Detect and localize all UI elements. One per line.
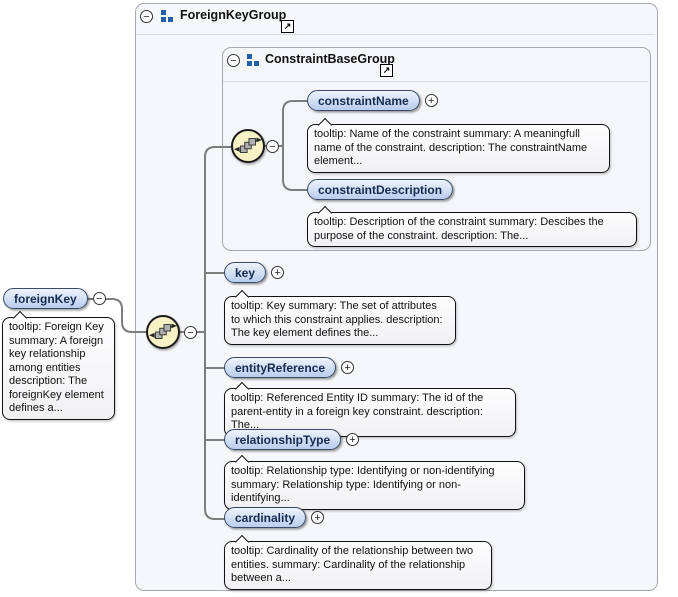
group-title-constraintbasegroup: ConstraintBaseGroup xyxy=(265,52,395,66)
element-constraintdescription[interactable]: constraintDescription xyxy=(307,179,453,200)
go-to-definition-icon[interactable]: ↗ xyxy=(380,64,393,77)
collapse-toggle-constraintbasegroup[interactable]: − xyxy=(227,54,240,67)
tooltip-text: tooltip: Referenced Entity ID summary: T… xyxy=(231,392,483,431)
element-key[interactable]: key xyxy=(224,262,266,283)
go-to-definition-icon[interactable]: ↗ xyxy=(281,20,294,33)
element-cardinality[interactable]: cardinality xyxy=(224,507,306,528)
xsd-schema-diagram: − ForeignKeyGroup ↗ − ConstraintBaseGrou… xyxy=(0,0,678,597)
tooltip-text: tooltip: Cardinality of the relationship… xyxy=(231,545,473,584)
tooltip-key: tooltip: Key summary: The set of attribu… xyxy=(224,296,456,345)
tooltip-text: tooltip: Foreign Key summary: A foreign … xyxy=(9,321,104,414)
tooltip-text: tooltip: Key summary: The set of attribu… xyxy=(231,300,443,339)
collapse-toggle-foreignkeygroup[interactable]: − xyxy=(140,10,153,23)
tooltip-foreignkey: tooltip: Foreign Key summary: A foreign … xyxy=(2,317,115,420)
expand-toggle-constraintname[interactable]: + xyxy=(425,94,438,107)
expand-toggle-key[interactable]: + xyxy=(271,266,284,279)
collapse-toggle-sequence[interactable]: − xyxy=(184,326,197,339)
tooltip-constraintname: tooltip: Name of the constraint summary:… xyxy=(307,124,610,173)
tooltip-text: tooltip: Name of the constraint summary:… xyxy=(314,128,587,167)
tooltip-text: tooltip: Relationship type: Identifying … xyxy=(231,465,495,504)
element-constraintname[interactable]: constraintName xyxy=(307,90,420,111)
tooltip-cardinality: tooltip: Cardinality of the relationship… xyxy=(224,541,492,590)
sequence-compositor-icon xyxy=(146,315,180,349)
collapse-toggle-sequence[interactable]: − xyxy=(266,140,279,153)
element-relationshiptype[interactable]: relationshipType xyxy=(224,429,341,450)
expand-toggle-relationshiptype[interactable]: + xyxy=(346,433,359,446)
expand-toggle-entityreference[interactable]: + xyxy=(341,361,354,374)
tooltip-text: tooltip: Description of the constraint s… xyxy=(314,216,604,242)
tooltip-constraintdescription: tooltip: Description of the constraint s… xyxy=(307,212,637,247)
group-icon xyxy=(161,10,173,22)
element-entityreference[interactable]: entityReference xyxy=(224,357,336,378)
sequence-compositor-icon xyxy=(231,129,265,163)
expand-toggle-cardinality[interactable]: + xyxy=(311,511,324,524)
group-title-foreignkeygroup: ForeignKeyGroup xyxy=(180,8,286,22)
tooltip-relationshiptype: tooltip: Relationship type: Identifying … xyxy=(224,461,525,510)
collapse-toggle-foreignkey[interactable]: − xyxy=(93,292,106,305)
element-foreignkey[interactable]: foreignKey xyxy=(3,288,88,309)
group-icon xyxy=(247,54,259,66)
